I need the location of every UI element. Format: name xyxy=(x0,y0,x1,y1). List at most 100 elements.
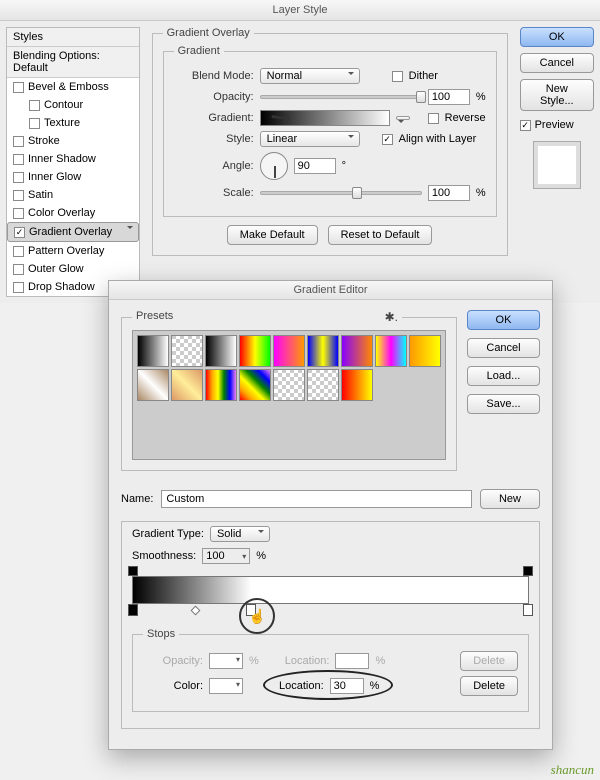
effect-checkbox[interactable] xyxy=(13,190,24,201)
effect-checkbox[interactable] xyxy=(29,100,40,111)
effect-checkbox[interactable] xyxy=(13,264,24,275)
preset-swatch[interactable] xyxy=(239,369,271,401)
effect-checkbox[interactable] xyxy=(13,154,24,165)
stop-opacity-location-input xyxy=(335,653,369,669)
preset-swatch[interactable] xyxy=(137,335,169,367)
preset-swatch[interactable] xyxy=(375,335,407,367)
delete-color-stop-button[interactable]: Delete xyxy=(460,676,518,696)
effect-checkbox[interactable] xyxy=(13,82,24,93)
layer-style-dialog: Layer Style Styles Blending Options: Def… xyxy=(0,0,600,303)
effect-row-texture[interactable]: Texture xyxy=(7,114,139,132)
effect-label: Color Overlay xyxy=(28,207,95,219)
preset-swatch[interactable] xyxy=(273,335,305,367)
new-button[interactable]: New xyxy=(480,489,540,509)
effect-row-outer-glow[interactable]: Outer Glow xyxy=(7,260,139,278)
gradient-bar[interactable] xyxy=(132,576,529,604)
preview-checkbox[interactable] xyxy=(520,120,531,131)
effect-label: Inner Glow xyxy=(28,171,81,183)
preset-swatch[interactable] xyxy=(307,335,339,367)
stop-color-location-input[interactable]: 30 xyxy=(330,678,364,694)
effect-row-gradient-overlay[interactable]: Gradient Overlay xyxy=(7,222,139,242)
stop-opacity-location-label: Location: xyxy=(285,655,330,667)
effect-label: Texture xyxy=(44,117,80,129)
preset-swatch[interactable] xyxy=(171,369,203,401)
angle-input[interactable]: 90 xyxy=(294,158,336,174)
blending-options-row[interactable]: Blending Options: Default xyxy=(7,47,139,78)
preset-swatch[interactable] xyxy=(409,335,441,367)
effect-row-contour[interactable]: Contour xyxy=(7,96,139,114)
gradient-type-select[interactable]: Solid xyxy=(210,526,270,542)
annotation-cursor-icon xyxy=(239,598,275,634)
ged-load-button[interactable]: Load... xyxy=(467,366,540,386)
scale-input[interactable]: 100 xyxy=(428,185,470,201)
presets-box[interactable] xyxy=(132,330,446,460)
preset-swatch[interactable] xyxy=(137,369,169,401)
preset-swatch[interactable] xyxy=(205,335,237,367)
midpoint-diamond[interactable] xyxy=(190,606,200,616)
effect-checkbox[interactable] xyxy=(13,172,24,183)
smoothness-input[interactable]: 100 xyxy=(202,548,250,564)
preset-swatch[interactable] xyxy=(205,369,237,401)
color-stop-right[interactable] xyxy=(523,604,533,616)
reverse-checkbox[interactable] xyxy=(428,113,439,124)
gradient-swatch[interactable] xyxy=(260,110,390,126)
effect-checkbox[interactable] xyxy=(13,282,24,293)
effect-row-color-overlay[interactable]: Color Overlay xyxy=(7,204,139,222)
watermark: shancun xyxy=(551,762,594,778)
styles-header[interactable]: Styles xyxy=(7,28,139,47)
effect-checkbox[interactable] xyxy=(29,118,40,129)
ged-cancel-button[interactable]: Cancel xyxy=(467,338,540,358)
opacity-slider[interactable] xyxy=(260,95,422,99)
effect-checkbox[interactable] xyxy=(14,227,25,238)
preset-swatch[interactable] xyxy=(341,369,373,401)
scale-slider[interactable] xyxy=(260,191,422,195)
presets-group: Presets ✱. xyxy=(121,310,457,471)
effect-row-bevel-emboss[interactable]: Bevel & Emboss xyxy=(7,78,139,96)
reverse-label: Reverse xyxy=(445,112,486,124)
effect-row-inner-glow[interactable]: Inner Glow xyxy=(7,168,139,186)
stops-legend: Stops xyxy=(143,628,179,640)
stop-color-swatch[interactable] xyxy=(209,678,243,694)
reset-default-button[interactable]: Reset to Default xyxy=(328,225,433,245)
opacity-input[interactable]: 100 xyxy=(428,89,470,105)
angle-label: Angle: xyxy=(174,160,254,172)
new-style-button[interactable]: New Style... xyxy=(520,79,594,111)
style-select[interactable]: Linear xyxy=(260,131,360,147)
style-label: Style: xyxy=(174,133,254,145)
gradient-dropdown[interactable] xyxy=(396,116,410,120)
stop-opacity-label: Opacity: xyxy=(143,655,203,667)
preset-swatch[interactable] xyxy=(171,335,203,367)
effect-checkbox[interactable] xyxy=(13,246,24,257)
styles-list: Styles Blending Options: Default Bevel &… xyxy=(6,27,140,297)
dither-checkbox[interactable] xyxy=(392,71,403,82)
effect-label: Drop Shadow xyxy=(28,281,95,293)
presets-label: Presets xyxy=(136,310,173,324)
ok-button[interactable]: OK xyxy=(520,27,594,47)
effect-row-stroke[interactable]: Stroke xyxy=(7,132,139,150)
gradient-type-label: Gradient Type: xyxy=(132,528,204,540)
opacity-stop-right[interactable] xyxy=(523,566,533,576)
cancel-button[interactable]: Cancel xyxy=(520,53,594,73)
effect-checkbox[interactable] xyxy=(13,208,24,219)
color-stop-left[interactable] xyxy=(128,604,138,616)
ged-save-button[interactable]: Save... xyxy=(467,394,540,414)
make-default-button[interactable]: Make Default xyxy=(227,225,318,245)
opacity-stop-left[interactable] xyxy=(128,566,138,576)
name-input[interactable] xyxy=(161,490,472,508)
preset-swatch[interactable] xyxy=(307,369,339,401)
preset-swatch[interactable] xyxy=(341,335,373,367)
blend-mode-select[interactable]: Normal xyxy=(260,68,360,84)
presets-menu-icon[interactable]: ✱. xyxy=(385,310,398,324)
effect-checkbox[interactable] xyxy=(13,136,24,147)
ged-ok-button[interactable]: OK xyxy=(467,310,540,330)
effect-row-inner-shadow[interactable]: Inner Shadow xyxy=(7,150,139,168)
stop-color-location-label: Location: xyxy=(279,680,324,692)
angle-dial[interactable] xyxy=(260,152,288,180)
preset-swatch[interactable] xyxy=(239,335,271,367)
effect-row-pattern-overlay[interactable]: Pattern Overlay xyxy=(7,242,139,260)
align-checkbox[interactable] xyxy=(382,134,393,145)
preset-swatch[interactable] xyxy=(273,369,305,401)
effect-row-satin[interactable]: Satin xyxy=(7,186,139,204)
effect-label: Pattern Overlay xyxy=(28,245,104,257)
blend-mode-label: Blend Mode: xyxy=(174,70,254,82)
